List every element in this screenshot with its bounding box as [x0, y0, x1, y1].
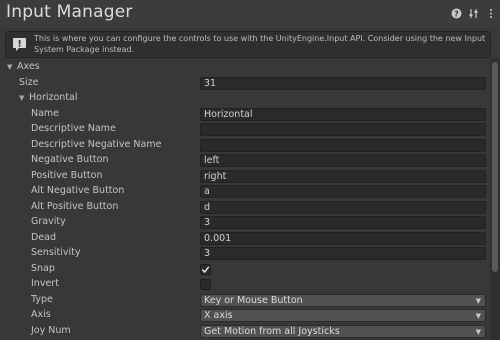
horizontal-foldout[interactable]: ▼ Horizontal	[0, 91, 490, 106]
descriptive-negative-name-label: Descriptive Negative Name	[31, 138, 162, 150]
help-icon[interactable]: ?	[451, 7, 462, 19]
snap-row: Snap	[0, 262, 490, 277]
alt-positive-button-row: Alt Positive Button d	[0, 200, 490, 215]
joy-num-dropdown[interactable]: Get Motion from all Joysticks ▼	[200, 324, 486, 338]
titlebar-icons: ?	[451, 7, 496, 19]
type-label: Type	[31, 293, 53, 305]
descriptive-name-field[interactable]	[200, 123, 486, 136]
size-row: Size 31	[0, 76, 490, 91]
chevron-down-icon: ▼	[475, 312, 481, 320]
window-titlebar: Input Manager ?	[0, 0, 500, 28]
sensitivity-row: Sensitivity 3	[0, 246, 490, 261]
negative-button-field[interactable]: left	[200, 154, 486, 167]
axis-row: Axis X axis ▼	[0, 308, 490, 323]
snap-checkbox[interactable]	[200, 263, 211, 275]
alt-negative-button-label: Alt Negative Button	[31, 185, 125, 196]
invert-label: Invert	[31, 278, 59, 289]
size-field[interactable]: 31	[200, 76, 486, 90]
horizontal-axis-label: Horizontal	[29, 92, 78, 103]
descriptive-name-label: Descriptive Name	[31, 123, 116, 134]
alt-negative-button-field[interactable]: a	[200, 185, 486, 198]
positive-button-field[interactable]: right	[200, 169, 486, 183]
help-text: This is where you can configure the cont…	[34, 34, 486, 54]
descriptive-negative-name-row: Descriptive Negative Name	[0, 138, 490, 153]
chevron-down-icon: ▼	[475, 327, 481, 336]
scrollbar-thumb[interactable]	[492, 62, 498, 272]
axes-foldout[interactable]: ▼ Axes	[0, 60, 490, 75]
name-label: Name	[31, 107, 60, 119]
checkmark-icon	[201, 265, 210, 273]
alt-positive-button-field[interactable]: d	[200, 200, 486, 214]
horizontal-foldout-arrow-icon[interactable]: ▼	[19, 94, 24, 102]
axis-dropdown-value: X axis	[204, 310, 233, 321]
name-field[interactable]: Horizontal	[200, 107, 486, 121]
joy-num-dropdown-value: Get Motion from all Joysticks	[204, 325, 340, 337]
dead-row: Dead 0.001	[0, 231, 490, 246]
negative-button-label: Negative Button	[31, 154, 109, 165]
type-row: Type Key or Mouse Button ▼	[0, 293, 490, 308]
gravity-row: Gravity 3	[0, 215, 490, 230]
dead-field[interactable]: 0.001	[200, 231, 486, 245]
svg-text:?: ?	[454, 9, 459, 18]
positive-button-row: Positive Button right	[0, 169, 490, 184]
descriptive-name-row: Descriptive Name	[0, 122, 490, 137]
gravity-field[interactable]: 3	[200, 216, 486, 229]
positive-button-label: Positive Button	[31, 169, 103, 181]
axis-dropdown[interactable]: X axis ▼	[200, 309, 486, 322]
sensitivity-label: Sensitivity	[31, 247, 81, 258]
info-icon	[12, 37, 27, 56]
gravity-label: Gravity	[31, 216, 66, 227]
invert-checkbox[interactable]	[200, 279, 211, 290]
axes-foldout-arrow-icon[interactable]: ▼	[7, 63, 12, 71]
window-title: Input Manager	[6, 2, 133, 22]
sensitivity-field[interactable]: 3	[200, 247, 486, 260]
type-dropdown-value: Key or Mouse Button	[204, 294, 303, 306]
axis-label: Axis	[31, 309, 51, 320]
name-row: Name Horizontal	[0, 107, 490, 122]
size-label: Size	[19, 76, 39, 88]
axes-label: Axes	[17, 61, 40, 72]
snap-label: Snap	[31, 262, 55, 274]
negative-button-row: Negative Button left	[0, 153, 490, 168]
more-vertical-icon[interactable]	[485, 7, 496, 19]
alt-positive-button-label: Alt Positive Button	[31, 200, 119, 212]
descriptive-negative-name-field[interactable]	[200, 138, 486, 152]
joy-num-label: Joy Num	[31, 324, 71, 336]
settings-sliders-icon[interactable]	[468, 7, 479, 19]
alt-negative-button-row: Alt Negative Button a	[0, 184, 490, 199]
invert-row: Invert	[0, 277, 490, 292]
dead-label: Dead	[31, 231, 57, 243]
type-dropdown[interactable]: Key or Mouse Button ▼	[200, 293, 486, 307]
info-helpbox: This is where you can configure the cont…	[5, 31, 491, 58]
chevron-down-icon: ▼	[475, 296, 481, 305]
vertical-scrollbar[interactable]	[490, 58, 500, 340]
joy-num-row: Joy Num Get Motion from all Joysticks ▼	[0, 324, 490, 339]
